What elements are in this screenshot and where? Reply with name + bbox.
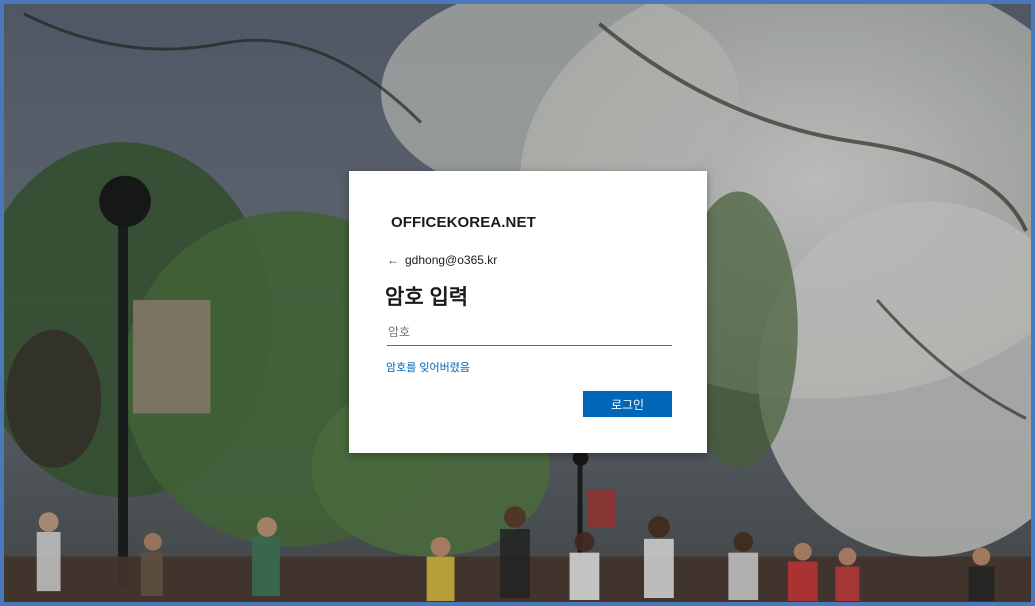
page-title: 암호 입력 <box>385 286 469 309</box>
brand-logo-text: OFFICEKOREA.NET <box>391 214 536 231</box>
identity-email: gdhong@o365.kr <box>405 253 498 267</box>
sign-in-dialog: OFFICEKOREA.NET ← gdhong@o365.kr 암호 입력 암… <box>349 171 707 453</box>
browser-viewport: OFFICEKOREA.NET ← gdhong@o365.kr 암호 입력 암… <box>0 0 1035 606</box>
forgot-password-link[interactable]: 암호를 잊어버렸음 <box>386 359 470 375</box>
left-arrow-icon: ← <box>387 253 399 267</box>
sign-in-button[interactable]: 로그인 <box>583 391 672 417</box>
password-field[interactable] <box>387 319 672 346</box>
back-identity-button[interactable]: ← gdhong@o365.kr <box>387 253 497 267</box>
